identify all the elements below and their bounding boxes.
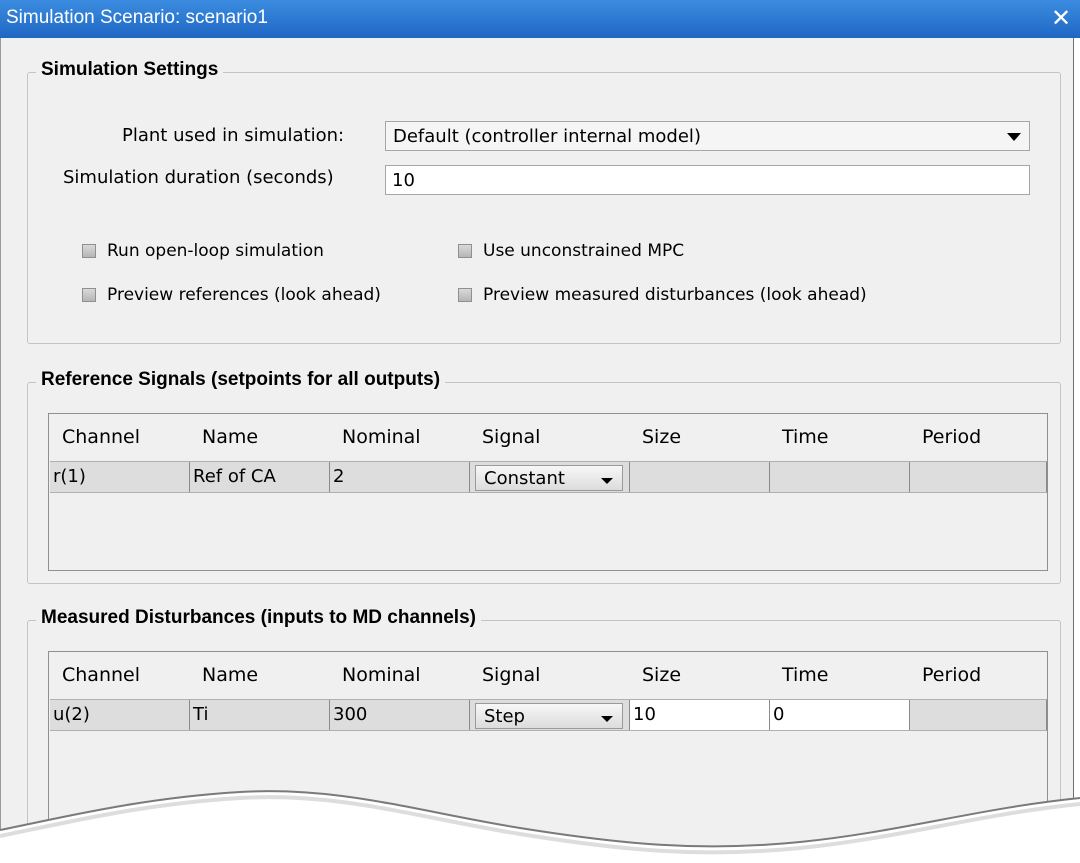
column-header-channel[interactable]: Channel [49, 414, 189, 461]
column-header-time[interactable]: Time [769, 652, 909, 699]
cell-size[interactable] [630, 462, 770, 492]
simulation-scenario-dialog: Simulation Scenario: scenario1 ✕ Simulat… [0, 0, 1080, 863]
measured-disturbances-table[interactable]: Channel Name Nominal Signal Size Time Pe… [48, 651, 1048, 851]
column-header-channel[interactable]: Channel [49, 652, 189, 699]
duration-input[interactable]: 10 [385, 165, 1030, 195]
title-bar[interactable]: Simulation Scenario: scenario1 ✕ [0, 0, 1080, 38]
column-header-time[interactable]: Time [769, 414, 909, 461]
dialog-body: Simulation Settings Plant used in simula… [0, 38, 1074, 863]
plant-select[interactable]: Default (controller internal model) [385, 121, 1030, 151]
simulation-settings-group: Simulation Settings Plant used in simula… [27, 59, 1061, 344]
column-header-period[interactable]: Period [909, 652, 1049, 699]
table-row[interactable]: u(2) Ti 300 Step 10 0 [50, 699, 1047, 731]
table-row[interactable]: r(1) Ref of CA 2 Constant [50, 461, 1047, 493]
signal-select-value: Step [484, 706, 525, 727]
cell-signal[interactable]: Constant [470, 462, 630, 492]
unconstrained-mpc-label: Use unconstrained MPC [483, 241, 685, 261]
signal-select[interactable]: Step [475, 703, 623, 729]
measured-disturbances-title: Measured Disturbances (inputs to MD chan… [36, 607, 481, 629]
table-header: Channel Name Nominal Signal Size Time Pe… [49, 414, 1047, 461]
column-header-signal[interactable]: Signal [469, 414, 629, 461]
cell-name[interactable]: Ref of CA [190, 462, 330, 492]
duration-input-value: 10 [392, 170, 415, 191]
signal-select-value: Constant [484, 468, 565, 489]
duration-label: Simulation duration (seconds) [63, 167, 334, 188]
chevron-down-icon [601, 716, 613, 722]
checkbox-icon [82, 288, 96, 302]
column-header-nominal[interactable]: Nominal [329, 414, 469, 461]
cell-nominal[interactable]: 2 [330, 462, 470, 492]
cell-channel[interactable]: u(2) [50, 700, 190, 730]
table-header: Channel Name Nominal Signal Size Time Pe… [49, 652, 1047, 699]
preview-disturbances-label: Preview measured disturbances (look ahea… [483, 285, 867, 305]
simulation-settings-title: Simulation Settings [36, 59, 224, 81]
column-header-size[interactable]: Size [629, 414, 769, 461]
cell-size[interactable]: 10 [630, 700, 770, 730]
plant-select-value: Default (controller internal model) [393, 126, 701, 147]
column-header-nominal[interactable]: Nominal [329, 652, 469, 699]
chevron-down-icon [1007, 133, 1021, 141]
cell-period[interactable] [910, 700, 1047, 730]
column-header-name[interactable]: Name [189, 414, 329, 461]
plant-label: Plant used in simulation: [122, 125, 345, 146]
reference-signals-table[interactable]: Channel Name Nominal Signal Size Time Pe… [48, 413, 1048, 571]
cell-time[interactable] [770, 462, 910, 492]
cell-channel[interactable]: r(1) [50, 462, 190, 492]
preview-references-label: Preview references (look ahead) [107, 285, 381, 305]
window-title: Simulation Scenario: scenario1 [6, 7, 268, 28]
column-header-signal[interactable]: Signal [469, 652, 629, 699]
checkbox-icon [458, 244, 472, 258]
column-header-size[interactable]: Size [629, 652, 769, 699]
measured-disturbances-group: Measured Disturbances (inputs to MD chan… [27, 607, 1061, 862]
cell-period[interactable] [910, 462, 1047, 492]
cell-signal[interactable]: Step [470, 700, 630, 730]
column-header-name[interactable]: Name [189, 652, 329, 699]
reference-signals-group: Reference Signals (setpoints for all out… [27, 369, 1061, 584]
cell-name[interactable]: Ti [190, 700, 330, 730]
signal-select[interactable]: Constant [475, 465, 623, 491]
cell-nominal[interactable]: 300 [330, 700, 470, 730]
checkbox-icon [458, 288, 472, 302]
checkbox-icon [82, 244, 96, 258]
chevron-down-icon [601, 478, 613, 484]
reference-signals-title: Reference Signals (setpoints for all out… [36, 369, 446, 391]
column-header-period[interactable]: Period [909, 414, 1049, 461]
open-loop-label: Run open-loop simulation [107, 241, 324, 261]
close-icon[interactable]: ✕ [1048, 4, 1074, 32]
cell-time[interactable]: 0 [770, 700, 910, 730]
